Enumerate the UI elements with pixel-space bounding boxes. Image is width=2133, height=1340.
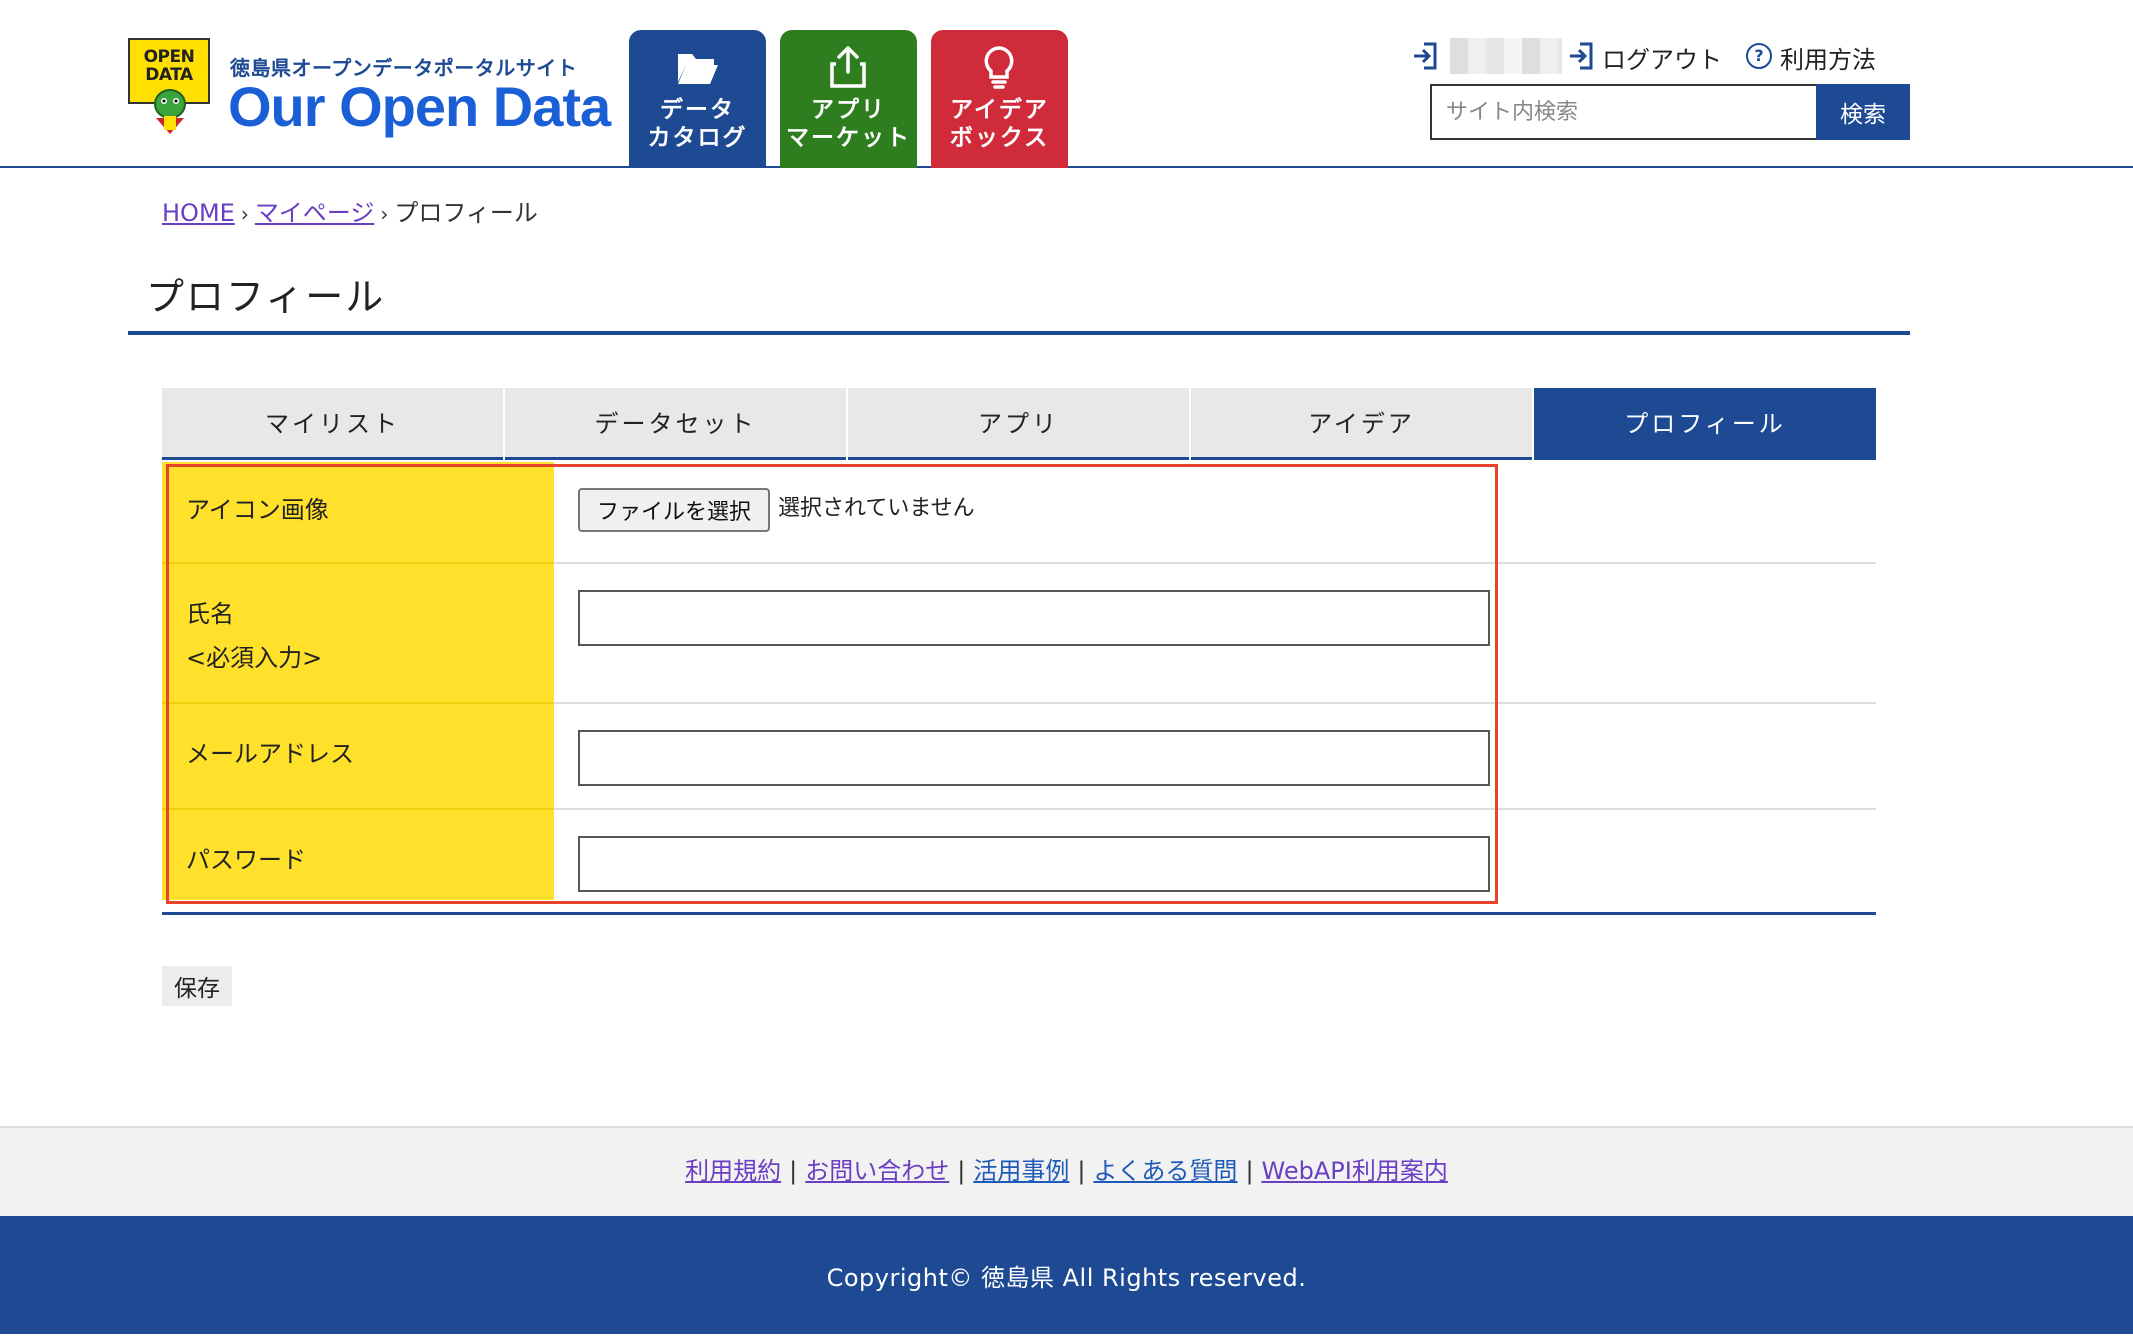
row-divider (162, 808, 554, 810)
logout-icon (1570, 42, 1593, 70)
lightbulb-icon (984, 46, 1014, 89)
nav-idea-label-1: アイデア (950, 97, 1049, 123)
share-upload-icon (830, 46, 866, 88)
login-icon (1414, 42, 1437, 70)
folder-open-icon (678, 54, 718, 84)
row-divider (162, 702, 554, 704)
site-header: OPEN DATA 徳島県オープンデータポータルサイト Our Open Dat… (0, 0, 2133, 168)
footer-copyright: Copyright© 徳島県 All Rights reserved. (0, 1216, 2133, 1334)
nav-app-label-1: アプリ (811, 97, 886, 123)
nav-idea-box-button[interactable]: アイデア ボックス (931, 30, 1068, 168)
help-icon[interactable]: ? (1746, 43, 1772, 69)
nav-app-label-2: マーケット (786, 125, 911, 151)
name-required-note: <必須入力> (186, 644, 323, 672)
name-input[interactable] (578, 590, 1490, 646)
profile-form: アイコン画像 ファイルを選択 選択されていません 氏名 <必須入力> メールアド… (162, 462, 1876, 918)
open-data-badge: OPEN DATA (128, 38, 212, 142)
row-divider (554, 808, 1876, 810)
email-input[interactable] (578, 730, 1490, 786)
mypage-tabs: マイリスト データセット アプリ アイデア プロフィール (162, 388, 1876, 462)
breadcrumb-separator: › (240, 202, 249, 226)
page-title: プロフィール (146, 275, 386, 319)
title-divider (128, 331, 1910, 335)
footer-links: 利用規約 | お問い合わせ | 活用事例 | よくある質問 | WebAPI利用案内 (0, 1126, 2133, 1216)
nav-data-label-2: カタログ (647, 125, 748, 151)
file-status-text: 選択されていません (778, 496, 975, 521)
footer-link-terms[interactable]: 利用規約 (685, 1157, 781, 1185)
search-input[interactable] (1430, 84, 1816, 140)
breadcrumb-separator: › (380, 202, 389, 226)
help-link[interactable]: 利用方法 (1780, 40, 1876, 75)
footer-link-faq[interactable]: よくある質問 (1093, 1157, 1237, 1185)
tab-app[interactable]: アプリ (848, 388, 1189, 460)
file-select-button[interactable]: ファイルを選択 (578, 488, 770, 532)
row-divider (162, 562, 554, 564)
email-label: メールアドレス (186, 740, 354, 768)
breadcrumb-home-link[interactable]: HOME (162, 199, 235, 227)
password-label: パスワード (186, 846, 306, 874)
password-input[interactable] (578, 836, 1490, 892)
name-label: 氏名 (186, 600, 234, 628)
form-bottom-rule (162, 912, 1876, 915)
user-name-redacted[interactable] (1450, 38, 1562, 74)
save-button[interactable]: 保存 (162, 966, 232, 1006)
row-divider (554, 562, 1876, 564)
tab-idea[interactable]: アイデア (1191, 388, 1532, 460)
tab-dataset[interactable]: データセット (505, 388, 846, 460)
nav-app-market-button[interactable]: アプリ マーケット (780, 30, 917, 168)
breadcrumb: HOME › マイページ › プロフィール (162, 193, 538, 228)
footer-link-contact[interactable]: お問い合わせ (805, 1157, 949, 1185)
search-button[interactable]: 検索 (1816, 84, 1910, 140)
nav-data-label-1: データ (660, 97, 735, 123)
site-search: 検索 (1430, 84, 1910, 140)
logout-link[interactable]: ログアウト (1602, 40, 1722, 75)
icon-image-label: アイコン画像 (186, 496, 329, 524)
nav-data-catalog-button[interactable]: データ カタログ (629, 30, 766, 168)
user-area: ログアウト ? 利用方法 (1412, 38, 1932, 78)
footer-link-cases[interactable]: 活用事例 (973, 1157, 1069, 1185)
breadcrumb-mypage-link[interactable]: マイページ (255, 199, 375, 227)
nav-idea-label-2: ボックス (949, 125, 1050, 151)
row-divider (554, 702, 1876, 704)
logo-title: Our Open Data (228, 75, 611, 138)
breadcrumb-current: プロフィール (394, 199, 538, 227)
footer-link-webapi[interactable]: WebAPI利用案内 (1262, 1157, 1448, 1185)
tab-mylist[interactable]: マイリスト (162, 388, 503, 460)
mascot-icon (154, 89, 186, 134)
tab-profile[interactable]: プロフィール (1534, 388, 1876, 460)
site-logo[interactable]: OPEN DATA 徳島県オープンデータポータルサイト Our Open Dat… (128, 38, 611, 142)
